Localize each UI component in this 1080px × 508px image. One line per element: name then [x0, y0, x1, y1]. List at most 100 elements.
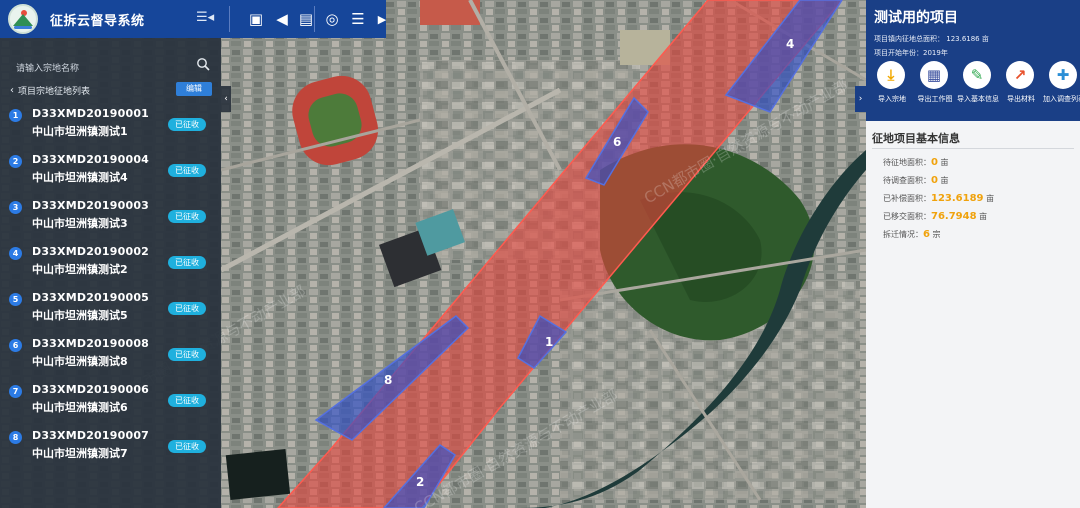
action-import-info-button[interactable]: ✎ 导入基本信息 — [956, 61, 1000, 111]
status-badge[interactable]: 已征收 — [168, 164, 206, 177]
export-material-icon: ↗ — [1006, 61, 1034, 89]
action-import-parcel-button[interactable]: ⤓ 导入宗地 — [870, 61, 914, 111]
parcel-list-item[interactable]: 1 D33XMD20190001 中山市坦洲镇测试1 已征收 — [0, 102, 221, 146]
add-survey-icon: ✚ — [1049, 61, 1077, 89]
search-icon[interactable] — [196, 57, 210, 71]
stat-unit: 宗 — [932, 230, 941, 239]
document-icon[interactable]: ▤ — [296, 9, 316, 29]
parcel-code: D33XMD20190004 — [32, 153, 150, 166]
collapse-menu-icon[interactable]: ☰◂ — [196, 10, 214, 25]
action-label: 导出材料 — [1007, 95, 1035, 103]
stat-row: 待调查面积：0 亩 — [883, 175, 949, 186]
index-marker-icon: 1 — [9, 109, 22, 122]
action-export-map-button[interactable]: ▦ 导出工作图 — [913, 61, 957, 111]
parcel-code: D33XMD20190003 — [32, 199, 150, 212]
status-badge[interactable]: 已征收 — [168, 394, 206, 407]
parcel-name: 中山市坦洲镇测试4 — [32, 171, 128, 184]
parcel-code: D33XMD20190005 — [32, 291, 150, 304]
collapse-right-panel-icon[interactable]: › — [855, 86, 866, 112]
export-map-icon: ▦ — [920, 61, 948, 89]
index-marker-icon: 6 — [9, 339, 22, 352]
status-badge[interactable]: 已征收 — [168, 210, 206, 223]
stat-label: 待征地面积： — [883, 158, 931, 167]
index-marker-icon: 3 — [9, 201, 22, 214]
list-icon[interactable]: ☰ — [348, 9, 368, 29]
search-input[interactable] — [8, 59, 214, 79]
parcel-label: 8 — [384, 373, 392, 387]
list-title: 项目宗地征地列表 — [18, 87, 91, 97]
action-label: 导入宗地 — [878, 95, 906, 103]
stat-unit: 亩 — [986, 194, 995, 203]
import-parcel-icon: ⤓ — [877, 61, 905, 89]
parcel-code: D33XMD20190008 — [32, 337, 150, 350]
back-icon[interactable]: ◀ — [272, 9, 292, 29]
action-export-material-button[interactable]: ↗ 导出材料 — [999, 61, 1043, 111]
toolbar-divider — [229, 6, 230, 32]
toolbar-divider — [314, 6, 315, 32]
stat-unit: 亩 — [940, 176, 949, 185]
total-area-meta: 项目镇内征地总面积： 123.6186 亩 — [874, 35, 989, 43]
stat-label: 已补偿面积： — [883, 194, 931, 203]
parcel-list-item[interactable]: 3 D33XMD20190003 中山市坦洲镇测试3 已征收 — [0, 194, 221, 238]
index-marker-icon: 8 — [9, 431, 22, 444]
project-header: 测试用的项目 项目镇内征地总面积： 123.6186 亩 项目开始年份：2019… — [866, 0, 1080, 121]
parcel-label: 2 — [416, 475, 424, 489]
parcel-label: 4 — [786, 37, 794, 51]
stat-value: 123.6189 — [931, 193, 984, 204]
parcel-name: 中山市坦洲镇测试7 — [32, 447, 128, 460]
stat-label: 拆迁情况： — [883, 230, 923, 239]
parcel-list-item[interactable]: 8 D33XMD20190007 中山市坦洲镇测试7 已征收 — [0, 424, 221, 468]
left-panel: ‹ 项目宗地征地列表 编辑 1 D33XMD20190001 中山市坦洲镇测试1 已征… — [0, 38, 221, 508]
stat-row: 待征地面积：0 亩 — [883, 157, 949, 168]
parcel-name: 中山市坦洲镇测试5 — [32, 309, 128, 322]
collapse-left-panel-icon[interactable]: ‹ — [221, 86, 231, 112]
chevron-left-icon: ‹ — [10, 85, 14, 96]
action-label: 加入调查列表 — [1043, 95, 1080, 103]
search-box — [8, 56, 214, 79]
parcel-name: 中山市坦洲镇测试6 — [32, 401, 128, 414]
index-marker-icon: 5 — [9, 293, 22, 306]
action-label: 导出工作图 — [917, 95, 953, 103]
edit-button[interactable]: 编辑 — [176, 82, 212, 96]
parcel-list-item[interactable]: 4 D33XMD20190002 中山市坦洲镇测试2 已征收 — [0, 240, 221, 284]
stat-row: 拆迁情况：6 宗 — [883, 229, 941, 240]
stat-label: 待调查面积： — [883, 176, 931, 185]
app-logo — [8, 4, 38, 34]
parcel-label: 6 — [613, 135, 621, 149]
stat-value: 0 — [931, 157, 938, 168]
stat-row: 已补偿面积：123.6189 亩 — [883, 193, 994, 204]
parcel-list-item[interactable]: 5 D33XMD20190005 中山市坦洲镇测试5 已征收 — [0, 286, 221, 330]
parcel-list-item[interactable]: 7 D33XMD20190006 中山市坦洲镇测试6 已征收 — [0, 378, 221, 422]
parcel-label: 1 — [545, 335, 553, 349]
index-marker-icon: 2 — [9, 155, 22, 168]
parcel-name: 中山市坦洲镇测试3 — [32, 217, 128, 230]
status-badge[interactable]: 已征收 — [168, 302, 206, 315]
parcel-name: 中山市坦洲镇测试1 — [32, 125, 128, 138]
status-badge[interactable]: 已征收 — [168, 256, 206, 269]
stat-value: 6 — [923, 229, 930, 240]
list-back-header[interactable]: ‹ 项目宗地征地列表 — [10, 84, 90, 97]
app-title: 征拆云督导系统 — [50, 13, 145, 29]
project-title: 测试用的项目 — [874, 10, 958, 26]
parcel-list-item[interactable]: 6 D33XMD20190008 中山市坦洲镇测试8 已征收 — [0, 332, 221, 376]
index-marker-icon: 4 — [9, 247, 22, 260]
layers-icon[interactable]: ▣ — [246, 9, 266, 29]
top-toolbar: 征拆云督导系统 ☰◂ ▣ ◀ ▤ ◎ ☰ ▶ — [0, 0, 386, 38]
parcel-list-item[interactable]: 2 D33XMD20190004 中山市坦洲镇测试4 已征收 — [0, 148, 221, 192]
user-icon[interactable]: ◎ — [322, 9, 342, 29]
status-badge[interactable]: 已征收 — [168, 440, 206, 453]
stat-unit: 亩 — [979, 212, 988, 221]
start-year-meta: 项目开始年份：2019年 — [874, 49, 948, 57]
parcel-code: D33XMD20190002 — [32, 245, 150, 258]
chevron-right-icon[interactable]: ▶ — [372, 9, 392, 29]
parcel-code: D33XMD20190007 — [32, 429, 150, 442]
parcel-code: D33XMD20190001 — [32, 107, 150, 120]
status-badge[interactable]: 已征收 — [168, 118, 206, 131]
parcel-code: D33XMD20190006 — [32, 383, 150, 396]
import-info-icon: ✎ — [963, 61, 991, 89]
section-divider — [872, 148, 1074, 149]
stat-label: 已移交面积： — [883, 212, 931, 221]
action-add-survey-button[interactable]: ✚ 加入调查列表 — [1042, 61, 1080, 111]
status-badge[interactable]: 已征收 — [168, 348, 206, 361]
action-label: 导入基本信息 — [957, 95, 999, 103]
